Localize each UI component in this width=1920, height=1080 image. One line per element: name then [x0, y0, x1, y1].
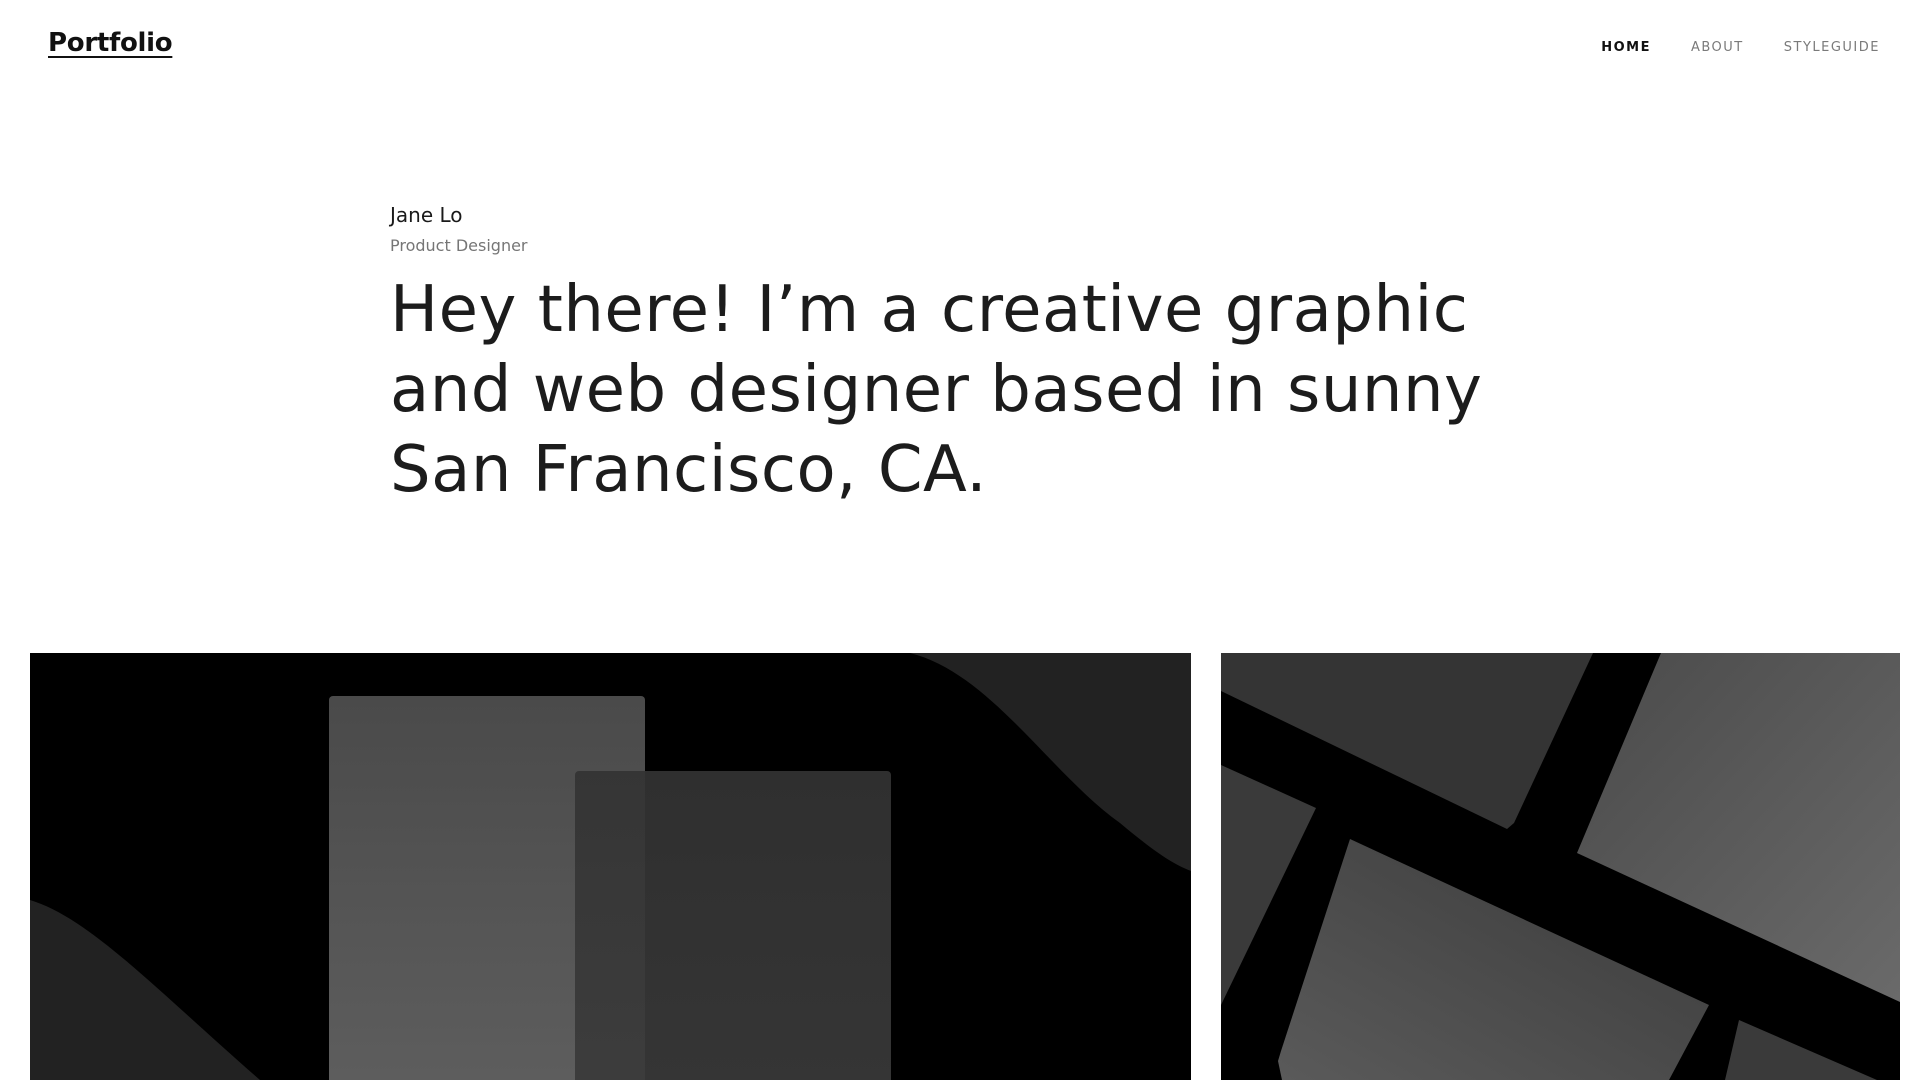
- main-nav: HOME ABOUT STYLEGUIDE: [1601, 40, 1880, 55]
- site-header: Portfolio HOME ABOUT STYLEGUIDE: [0, 0, 1920, 96]
- portfolio-page: Portfolio HOME ABOUT STYLEGUIDE Jane Lo …: [0, 0, 1920, 1080]
- project-grid: [30, 653, 1900, 1080]
- author-name: Jane Lo: [390, 203, 463, 227]
- nav-link-home[interactable]: HOME: [1601, 40, 1651, 55]
- project-thumbnail-image: [30, 653, 1191, 1080]
- project-tile[interactable]: [30, 653, 1191, 1080]
- nav-link-about[interactable]: ABOUT: [1691, 40, 1744, 55]
- site-logo-link[interactable]: Portfolio: [48, 28, 173, 58]
- project-tile[interactable]: [1221, 653, 1900, 1080]
- author-role: Product Designer: [390, 236, 528, 255]
- intro-section: Jane Lo Product Designer Hey there! I’m …: [390, 200, 1570, 510]
- intro-headline: Hey there! I’m a creative graphic and we…: [390, 273, 1483, 507]
- nav-link-styleguide[interactable]: STYLEGUIDE: [1784, 40, 1880, 55]
- project-thumbnail-image: [1221, 653, 1900, 1080]
